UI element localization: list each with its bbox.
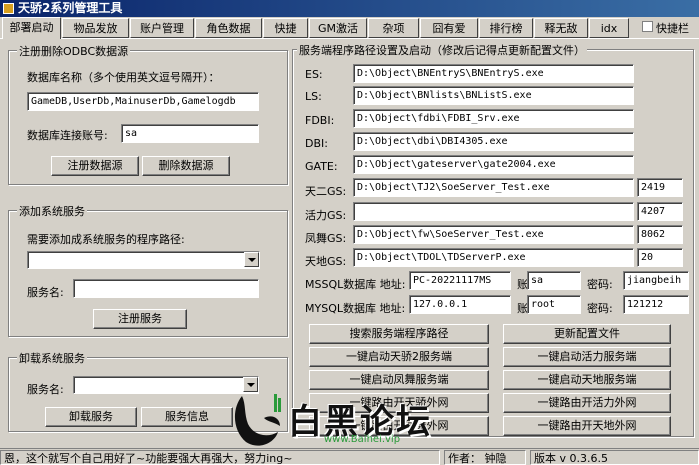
delete-datasource-button[interactable]: 删除数据源 (142, 156, 230, 176)
title-bar: 天骄2系列管理工具 (0, 0, 699, 17)
ls-path-input[interactable]: D:\Object\BNlists\BNListS.exe (353, 86, 634, 105)
es-path-input[interactable]: D:\Object\BNEntryS\BNEntryS.exe (353, 64, 634, 83)
tj2-gs-path-input[interactable]: D:\Object\TJ2\SoeServer_Test.exe (353, 178, 634, 197)
tab-items[interactable]: 物品发放 (62, 18, 129, 38)
tab-bar: 部署启动 物品发放 账户管理 角色数据 快捷 GM激活 杂项 囧有爱 排行榜 释… (0, 17, 699, 39)
tab-misc[interactable]: 杂项 (368, 18, 419, 38)
status-bar: 恩，这个就写个自己用好了~功能要强大再强大，努力ing~ 作者： 钟隐 版本 v… (0, 448, 699, 465)
service-path-label: 需要添加成系统服务的程序路径: (27, 233, 185, 246)
tab-ranking[interactable]: 排行榜 (479, 18, 533, 38)
mssql-address-input[interactable]: PC-20221117MS (409, 271, 511, 290)
huoli-gs-path-input[interactable] (353, 202, 634, 221)
ls-label: LS: (305, 90, 322, 103)
es-label: ES: (305, 68, 323, 81)
add-service-group: 添加系统服务 需要添加成系统服务的程序路径: 服务名: 注册服务 (8, 203, 288, 337)
update-config-button[interactable]: 更新配置文件 (503, 324, 671, 344)
uninstall-group-title: 卸载系统服务 (17, 350, 87, 366)
tab-shiwudi[interactable]: 释无敌 (534, 18, 588, 38)
fdbi-label: FDBI: (305, 114, 335, 127)
mssql-account-input[interactable]: sa (527, 271, 581, 290)
mysql-account-input[interactable]: root (527, 295, 581, 314)
fdbi-path-input[interactable]: D:\Object\fdbi\FDBI_Srv.exe (353, 109, 634, 128)
quick-bar-checkbox[interactable] (642, 21, 653, 32)
tab-deploy[interactable]: 部署启动 (2, 17, 61, 39)
route-huoli-wan-button[interactable]: 一键路由开活力外网 (503, 393, 671, 413)
status-author: 作者： 钟隐 (444, 450, 526, 465)
odbc-group: 注册删除ODBC数据源 数据库名称（多个使用英文逗号隔开）： GameDB,Us… (8, 43, 288, 185)
start-tj2-server-button[interactable]: 一键启动天骄2服务端 (309, 347, 489, 367)
uninstall-service-name-label: 服务名: (27, 383, 64, 396)
mysql-label: MYSQL数据库 地址: (305, 302, 406, 315)
db-account-label: 数据库连接账号: (27, 129, 108, 142)
status-message: 恩，这个就写个自己用好了~功能要强大再强大，努力ing~ (0, 450, 440, 465)
uninstall-service-combo[interactable] (73, 376, 259, 394)
tiandi-gs-path-input[interactable]: D:\Object\TDOL\TDServerP.exe (353, 248, 634, 267)
route-fengwu-wan-button[interactable]: 一键路由开凤舞外网 (309, 416, 489, 436)
gate-label: GATE: (305, 160, 338, 173)
service-path-combo[interactable] (27, 251, 260, 269)
mysql-password-input[interactable]: 121212 (623, 295, 689, 314)
huoli-gs-port-input[interactable]: 4207 (637, 202, 683, 221)
tab-accounts[interactable]: 账户管理 (130, 18, 194, 38)
db-name-input[interactable]: GameDB,UserDb,MainuserDb,Gamelogdb (27, 92, 259, 111)
uninstall-service-group: 卸载系统服务 服务名: 卸载服务 服务信息 (8, 350, 288, 432)
service-name-input[interactable] (73, 279, 259, 298)
huoli-gs-label: 活力GS: (305, 209, 347, 222)
route-tiandi-wan-button[interactable]: 一键路由开天地外网 (503, 416, 671, 436)
mysql-password-label: 密码: (587, 302, 613, 315)
db-name-label: 数据库名称（多个使用英文逗号隔开）： (27, 71, 220, 84)
app-icon (3, 3, 14, 14)
tiandi-gs-port-input[interactable]: 20 (637, 248, 683, 267)
dbi-path-input[interactable]: D:\Object\dbi\DBI4305.exe (353, 132, 634, 151)
fengwu-gs-port-input[interactable]: 8062 (637, 225, 683, 244)
chevron-down-icon[interactable] (244, 252, 259, 267)
add-service-group-title: 添加系统服务 (17, 203, 87, 219)
db-account-input[interactable]: sa (121, 124, 259, 143)
status-version: 版本 v 0.3.6.5 (530, 450, 699, 465)
mssql-password-input[interactable]: jiangbeih (623, 271, 689, 290)
register-datasource-button[interactable]: 注册数据源 (51, 156, 139, 176)
server-group-title: 服务端程序路径设置及启动（修改后记得点更新配置文件） (297, 42, 587, 58)
search-server-path-button[interactable]: 搜索服务端程序路径 (309, 324, 489, 344)
tab-shortcut[interactable]: 快捷 (263, 18, 308, 38)
service-name-label: 服务名: (27, 286, 64, 299)
register-service-button[interactable]: 注册服务 (93, 309, 187, 329)
odbc-group-title: 注册删除ODBC数据源 (17, 43, 131, 59)
route-tj2-wan-button[interactable]: 一键路由开天骄外网 (309, 393, 489, 413)
fengwu-gs-path-input[interactable]: D:\Object\fw\SoeServer_Test.exe (353, 225, 634, 244)
gate-path-input[interactable]: D:\Object\gateserver\gate2004.exe (353, 155, 634, 174)
mysql-address-input[interactable]: 127.0.0.1 (409, 295, 511, 314)
tab-idx[interactable]: idx (589, 18, 629, 38)
tiandi-gs-label: 天地GS: (305, 255, 347, 268)
quick-bar-label: 快捷栏 (656, 22, 689, 35)
dbi-label: DBI: (305, 137, 328, 150)
start-fengwu-server-button[interactable]: 一键启动凤舞服务端 (309, 370, 489, 390)
tab-gm[interactable]: GM激活 (309, 18, 367, 38)
chevron-down-icon[interactable] (243, 377, 258, 392)
uninstall-service-button[interactable]: 卸载服务 (45, 407, 137, 427)
mssql-password-label: 密码: (587, 278, 613, 291)
tab-roles[interactable]: 角色数据 (195, 18, 262, 38)
service-info-button[interactable]: 服务信息 (141, 407, 233, 427)
start-huoli-server-button[interactable]: 一键启动活力服务端 (503, 347, 671, 367)
window-title: 天骄2系列管理工具 (18, 1, 123, 15)
mssql-label: MSSQL数据库 地址: (305, 278, 406, 291)
tj2-gs-label: 天二GS: (305, 185, 347, 198)
tab-jiong[interactable]: 囧有爱 (420, 18, 478, 38)
start-tiandi-server-button[interactable]: 一键启动天地服务端 (503, 370, 671, 390)
tj2-gs-port-input[interactable]: 2419 (637, 178, 683, 197)
fengwu-gs-label: 凤舞GS: (305, 232, 347, 245)
server-group: 服务端程序路径设置及启动（修改后记得点更新配置文件） ES: D:\Object… (292, 42, 694, 437)
